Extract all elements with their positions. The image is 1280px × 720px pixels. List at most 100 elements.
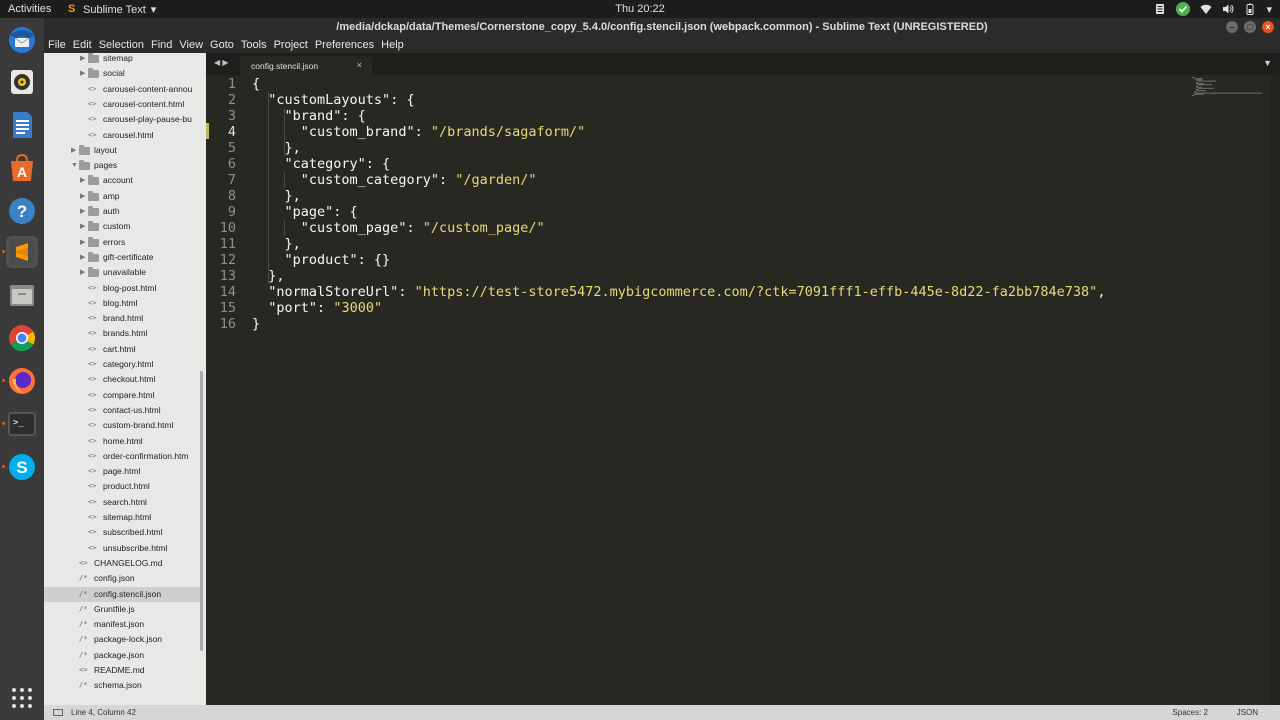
system-tray[interactable]: ▾ bbox=[1154, 1, 1272, 17]
activities-button[interactable]: Activities bbox=[8, 3, 51, 15]
battery-icon[interactable] bbox=[1244, 3, 1256, 15]
skype-icon[interactable]: S bbox=[6, 451, 38, 483]
minimap[interactable] bbox=[1192, 77, 1264, 97]
editor-scrollbar[interactable] bbox=[1270, 75, 1280, 705]
menu-goto[interactable]: Goto bbox=[206, 37, 237, 53]
folder-item[interactable]: ▶ gift-certificate bbox=[44, 250, 200, 265]
file-item[interactable]: /* config.json bbox=[44, 571, 200, 586]
tab-menu-icon[interactable]: ▼ bbox=[1263, 58, 1272, 68]
file-item[interactable]: <> page.html bbox=[44, 464, 200, 479]
panel-toggle-icon[interactable] bbox=[53, 709, 63, 716]
app-menu[interactable]: S Sublime Text ▾ bbox=[68, 3, 156, 17]
window-title-bar[interactable]: /media/dckap/data/Themes/Cornerstone_cop… bbox=[44, 18, 1280, 37]
code-line[interactable]: "category": { bbox=[252, 156, 391, 172]
code-line[interactable]: }, bbox=[252, 188, 301, 204]
terminal-icon[interactable]: >_ bbox=[6, 408, 38, 440]
folder-item[interactable]: ▶ sitemap bbox=[44, 53, 200, 66]
chevron-right-icon[interactable]: ▶ bbox=[80, 204, 88, 219]
folder-item[interactable]: ▶ errors bbox=[44, 235, 200, 250]
chevron-down-icon[interactable]: ▼ bbox=[71, 158, 79, 173]
folder-item[interactable]: ▶ social bbox=[44, 66, 200, 81]
file-item[interactable]: <> search.html bbox=[44, 495, 200, 510]
files-icon[interactable] bbox=[6, 279, 38, 311]
file-item[interactable]: /* manifest.json bbox=[44, 617, 200, 632]
file-item[interactable]: <> blog-post.html bbox=[44, 281, 200, 296]
firefox-icon[interactable] bbox=[6, 365, 38, 397]
chevron-right-icon[interactable]: ▶ bbox=[80, 235, 88, 250]
tab-config-stencil-json[interactable]: config.stencil.json × bbox=[240, 56, 372, 75]
file-item[interactable]: <> brands.html bbox=[44, 326, 200, 341]
menu-selection[interactable]: Selection bbox=[95, 37, 147, 53]
file-item[interactable]: <> checkout.html bbox=[44, 372, 200, 387]
code-editor[interactable]: 1 2 3 4 5 6 7 8 9 10 11 12 13 14 15 16 { "customLayouts… bbox=[206, 75, 1280, 705]
code-line[interactable]: { bbox=[252, 76, 260, 92]
code-line[interactable]: "port": "3000" bbox=[252, 300, 382, 316]
code-line[interactable]: "custom_category": "/garden/" bbox=[252, 172, 537, 188]
file-item[interactable]: <> carousel-content-annou bbox=[44, 82, 200, 97]
close-tab-icon[interactable]: × bbox=[357, 60, 362, 70]
file-item[interactable]: <> contact-us.html bbox=[44, 403, 200, 418]
file-item[interactable]: <> sitemap.html bbox=[44, 510, 200, 525]
file-item[interactable]: <> product.html bbox=[44, 479, 200, 494]
file-item[interactable]: <> subscribed.html bbox=[44, 525, 200, 540]
menu-preferences[interactable]: Preferences bbox=[311, 37, 377, 53]
menu-tools[interactable]: Tools bbox=[237, 37, 270, 53]
folder-item[interactable]: ▶ account bbox=[44, 173, 200, 188]
file-item[interactable]: <> order-confirmation.htm bbox=[44, 449, 200, 464]
maximize-button[interactable]: □ bbox=[1244, 21, 1256, 33]
sublime-text-icon[interactable] bbox=[6, 236, 38, 268]
file-item[interactable]: <> cart.html bbox=[44, 342, 200, 357]
code-line[interactable]: "custom_page": "/custom_page/" bbox=[252, 220, 545, 236]
file-item[interactable]: /* Gruntfile.js bbox=[44, 602, 200, 617]
close-button[interactable]: × bbox=[1262, 21, 1274, 33]
show-applications-icon[interactable] bbox=[6, 682, 38, 714]
folder-item[interactable]: ▶ amp bbox=[44, 189, 200, 204]
folder-item[interactable]: ▶ layout bbox=[44, 143, 200, 158]
file-item[interactable]: <> home.html bbox=[44, 434, 200, 449]
folder-item[interactable]: ▶ custom bbox=[44, 219, 200, 234]
chrome-icon[interactable] bbox=[6, 322, 38, 354]
code-line[interactable]: }, bbox=[252, 236, 301, 252]
chevron-right-icon[interactable]: ▶ bbox=[71, 143, 79, 158]
tab-nav-arrows[interactable]: ◀ ▶ bbox=[214, 58, 229, 67]
menu-file[interactable]: File bbox=[44, 37, 69, 53]
update-check-icon[interactable] bbox=[1176, 2, 1191, 16]
file-item[interactable]: <> brand.html bbox=[44, 311, 200, 326]
menu-find[interactable]: Find bbox=[147, 37, 175, 53]
file-item[interactable]: <> unsubscribe.html bbox=[44, 541, 200, 556]
code-line[interactable]: "brand": { bbox=[252, 108, 366, 124]
thunderbird-icon[interactable] bbox=[6, 23, 38, 55]
chevron-right-icon[interactable]: ▶ bbox=[80, 265, 88, 280]
file-item[interactable]: <> blog.html bbox=[44, 296, 200, 311]
chevron-right-icon[interactable]: ▶ bbox=[80, 66, 88, 81]
file-item[interactable]: <> carousel-content.html bbox=[44, 97, 200, 112]
folder-item[interactable]: ▶ auth bbox=[44, 204, 200, 219]
chevron-right-icon[interactable]: ▶ bbox=[80, 219, 88, 234]
file-item[interactable]: /* package.json bbox=[44, 648, 200, 663]
folder-item[interactable]: ▼ pages bbox=[44, 158, 200, 173]
code-line[interactable]: }, bbox=[252, 140, 301, 156]
system-menu-chevron-icon[interactable]: ▾ bbox=[1266, 3, 1272, 16]
volume-icon[interactable] bbox=[1222, 3, 1234, 15]
menu-help[interactable]: Help bbox=[377, 37, 407, 53]
chevron-right-icon[interactable]: ▶ bbox=[80, 53, 88, 66]
code-line[interactable]: "product": {} bbox=[252, 252, 391, 268]
file-item[interactable]: /* package-lock.json bbox=[44, 632, 200, 647]
syntax-selector[interactable]: JSON bbox=[1237, 708, 1258, 717]
notes-icon[interactable] bbox=[1154, 3, 1166, 15]
code-line[interactable]: "customLayouts": { bbox=[252, 92, 414, 108]
file-item[interactable]: <> carousel-play-pause-bu bbox=[44, 112, 200, 127]
minimize-button[interactable]: – bbox=[1226, 21, 1238, 33]
sidebar-file-tree[interactable]: ▶ sitemap ▶ social <> carousel-content-annou <… bbox=[44, 53, 206, 705]
file-item[interactable]: <> CHANGELOG.md bbox=[44, 556, 200, 571]
sidebar-scrollbar[interactable] bbox=[200, 371, 203, 651]
code-line[interactable]: } bbox=[252, 316, 260, 332]
chevron-right-icon[interactable]: ▶ bbox=[80, 173, 88, 188]
file-item[interactable]: <> README.md bbox=[44, 663, 200, 678]
wifi-icon[interactable] bbox=[1200, 3, 1212, 15]
file-item[interactable]: <> custom-brand.html bbox=[44, 418, 200, 433]
writer-icon[interactable] bbox=[6, 109, 38, 141]
file-item[interactable]: /* config.stencil.json bbox=[44, 586, 200, 602]
menu-project[interactable]: Project bbox=[270, 37, 311, 53]
indentation-setting[interactable]: Spaces: 2 bbox=[1172, 708, 1208, 717]
